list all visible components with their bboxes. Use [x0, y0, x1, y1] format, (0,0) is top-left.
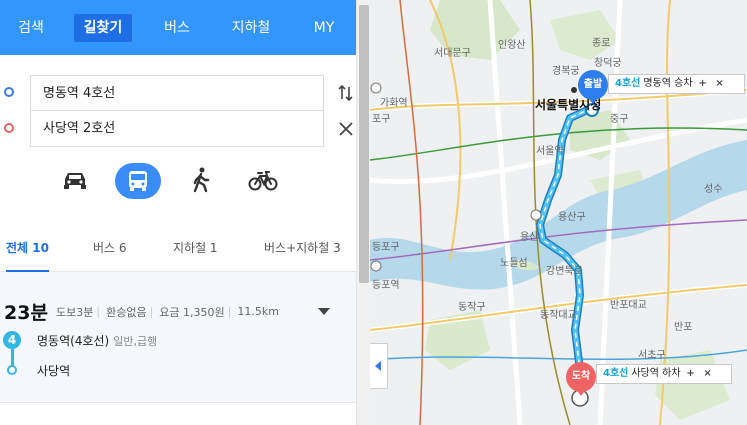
panel-scrollbar[interactable] [356, 0, 370, 425]
alight-station: 사당역 [37, 364, 71, 378]
filter-tab-subway[interactable]: 지하철 1 [173, 226, 218, 272]
swap-icon[interactable] [336, 83, 356, 103]
start-callout-text: 명동역 승차 [643, 78, 693, 89]
plus-icon[interactable]: + [696, 75, 710, 93]
start-callout-line: 4호선 [615, 78, 641, 89]
map-label-inwangsan: 인왕산 [498, 40, 526, 51]
filter-tab-bus-subway[interactable]: 버스+지하철 3 [264, 226, 341, 272]
scrollbar-thumb[interactable] [359, 5, 369, 283]
close-icon[interactable]: × [713, 75, 727, 93]
walk-icon [193, 167, 210, 193]
route-inputs: 명동역 4호선 사당역 2호선 [0, 55, 356, 155]
map-view[interactable]: 서대문구 인왕산 종로 경복궁 창덕궁 가화역 포구 서울특별시청 중구 서울역… [370, 0, 747, 425]
board-service-type: 일반,급행 [113, 335, 158, 348]
bicycle-icon [248, 171, 278, 191]
start-location-field[interactable]: 명동역 4호선 [30, 75, 324, 111]
subway-line-badge: 4 [3, 331, 21, 349]
end-location-field[interactable]: 사당역 2호선 [30, 111, 324, 147]
route-walk-time: 도보3분 [56, 305, 94, 319]
car-icon [64, 173, 86, 189]
plus-icon[interactable]: + [684, 365, 698, 383]
route-fare: 요금 1,350원 [159, 305, 225, 319]
chevron-left-icon [375, 361, 381, 371]
close-icon[interactable]: × [701, 365, 715, 383]
result-filter-tabs: 전체 10 버스 6 지하철 1 버스+지하철 3 [0, 226, 356, 272]
start-marker[interactable]: 출발 [578, 70, 608, 104]
map-label-seocho-gu: 서초구 [638, 350, 666, 361]
map-label-banpo-bridge: 반포대교 [610, 300, 647, 311]
next-result-item[interactable] [0, 402, 356, 425]
map-label-yongsan-station: 용산 [520, 232, 539, 243]
start-dot-icon [4, 87, 14, 97]
tab-my[interactable]: MY [306, 14, 342, 42]
map-label-banpo: 반포 [674, 322, 693, 333]
map-label-seoul-station: 서울역 [536, 146, 564, 157]
map-label-seodaemun: 서대문구 [434, 48, 471, 59]
route-distance: 11.5km [237, 305, 279, 318]
map-label-gahwa: 가화역 [380, 98, 408, 109]
bicycle-mode-button[interactable] [240, 163, 286, 199]
tab-directions[interactable]: 길찾기 [74, 14, 132, 42]
map-label-yongsan-gu: 용산구 [558, 212, 586, 223]
map-label-gangbyeon: 강변북로 [546, 266, 583, 277]
map-label-deungpo-gu: 등포구 [372, 242, 400, 253]
bus-mode-button[interactable] [115, 163, 161, 199]
map-label-pogu: 포구 [372, 114, 391, 125]
end-marker[interactable]: 도착 [566, 362, 596, 396]
tab-bus[interactable]: 버스 [156, 14, 198, 42]
route-result-item[interactable]: 23분 도보3분 | 환승없음 | 요금 1,350원 | 11.5km 4 명동역(4호선… [0, 272, 356, 402]
map-label-dongjak-bridge: 동작대교 [540, 310, 577, 321]
filter-tab-all[interactable]: 전체 10 [6, 226, 49, 272]
board-station-name: 명동역(4호선) [37, 334, 110, 348]
map-label-nodeul: 노들섬 [500, 258, 528, 269]
route-transfer: 환승없음 [106, 305, 147, 319]
directions-panel: 검색 길찾기 버스 지하철 MY 명동역 4호선 사당역 2호선 전체 10 버… [0, 0, 356, 425]
board-station: 명동역(4호선) 일반,급행 [37, 332, 157, 349]
travel-mode-selector [0, 155, 356, 215]
end-callout-line: 4호선 [603, 368, 629, 379]
start-station-callout: 4호선 명동역 승차 + × [608, 74, 745, 94]
map-label-jongno: 종로 [592, 38, 611, 49]
route-end-dot-icon [7, 365, 17, 375]
map-label-dongjak-gu: 동작구 [458, 302, 486, 313]
route-duration: 23분 [4, 302, 48, 324]
top-navigation: 검색 길찾기 버스 지하철 MY [0, 0, 356, 55]
close-icon[interactable] [336, 119, 356, 139]
map-label-deungpo-station: 등포역 [372, 280, 400, 291]
car-mode-button[interactable] [52, 163, 98, 199]
collapse-panel-button[interactable] [370, 343, 388, 389]
map-label-jung-gu: 중구 [610, 114, 629, 125]
end-station-callout: 4호선 사당역 하차 + × [596, 364, 732, 384]
map-label-gyeongbokgung: 경복궁 [552, 66, 580, 77]
expand-caret-icon[interactable] [318, 308, 330, 315]
filter-tab-bus[interactable]: 버스 6 [93, 226, 127, 272]
tab-subway[interactable]: 지하철 [224, 14, 278, 42]
end-callout-text: 사당역 하차 [631, 368, 681, 379]
bus-icon [129, 171, 147, 191]
route-summary: 23분 도보3분 | 환승없음 | 요금 1,350원 | 11.5km [4, 302, 279, 324]
end-dot-icon [4, 123, 14, 133]
tab-search[interactable]: 검색 [10, 14, 52, 42]
map-label-seongsu: 성수 [704, 184, 723, 195]
walk-mode-button[interactable] [178, 163, 224, 199]
map-label-changdeokgung: 창덕궁 [594, 58, 622, 69]
